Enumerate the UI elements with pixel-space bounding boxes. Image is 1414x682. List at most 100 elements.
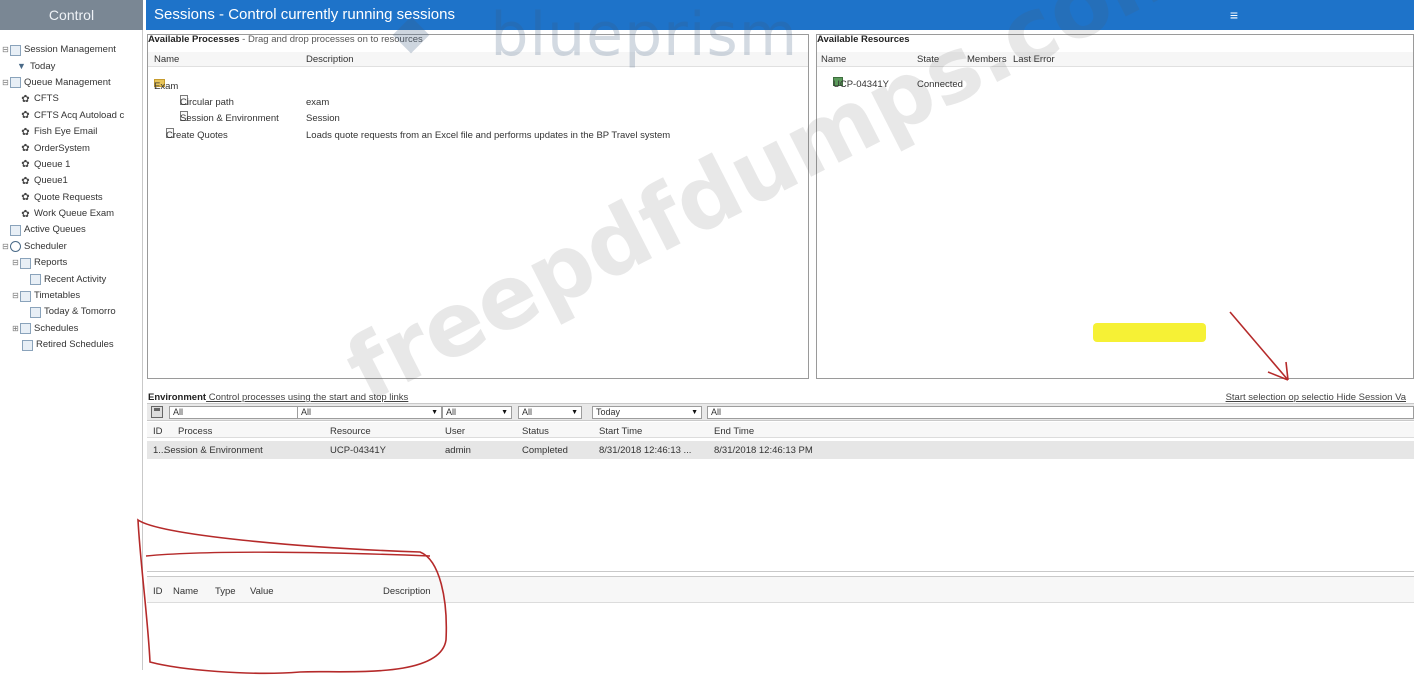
- collapse-icon[interactable]: ⊟: [12, 255, 20, 271]
- reports-icon: [20, 257, 31, 269]
- process-description: Loads quote requests from an Excel file …: [306, 130, 671, 141]
- processes-panel-title: Available Processes - Drag and drop proc…: [148, 34, 423, 45]
- collapse-icon[interactable]: ⊟: [2, 239, 10, 255]
- filter-icon: ▼: [17, 61, 26, 72]
- dropdown-arrow-icon: ▼: [571, 409, 578, 416]
- column-header-value[interactable]: Value: [250, 586, 274, 597]
- column-header-resource[interactable]: Resource: [330, 426, 371, 437]
- column-header-description[interactable]: Description: [306, 52, 354, 67]
- nav-item-scheduler[interactable]: ⊟ Scheduler: [0, 239, 142, 255]
- nav-item-label: Recent Activity: [44, 273, 107, 285]
- environment-links[interactable]: Start selection op selectio Hide Session…: [1226, 392, 1406, 403]
- gear-icon: ✿: [21, 175, 30, 187]
- gear-icon: ✿: [21, 208, 30, 220]
- active-queues-icon: [10, 224, 21, 236]
- dropdown-arrow-icon: ▼: [501, 409, 508, 416]
- collapse-icon[interactable]: ⊟: [12, 288, 20, 304]
- nav-item-label: CFTS: [34, 93, 59, 105]
- gear-icon: ✿: [21, 126, 30, 138]
- expand-icon[interactable]: ⊞: [12, 321, 20, 337]
- column-header-type[interactable]: Type: [215, 586, 236, 597]
- nav-item-queue-cfts[interactable]: ✿ CFTS: [0, 91, 142, 107]
- nav-item-queue-quote-requests[interactable]: ✿ Quote Requests: [0, 190, 142, 206]
- gear-icon: ✿: [21, 143, 30, 155]
- column-header-process[interactable]: Process: [178, 426, 212, 437]
- queue-management-icon: [10, 77, 21, 89]
- process-group-row[interactable]: ▿Exam: [148, 79, 808, 94]
- filter-end-time[interactable]: All: [707, 406, 1414, 419]
- hamburger-icon[interactable]: ≡: [1224, 0, 1244, 30]
- session-variables-header: [147, 577, 1414, 603]
- nav-item-schedules[interactable]: ⊞ Schedules: [0, 321, 142, 337]
- nav-item-queue1[interactable]: ✿ Queue1: [0, 173, 142, 189]
- nav-item-queue-work-queue-exam[interactable]: ✿ Work Queue Exam: [0, 206, 142, 222]
- nav-item-retired-schedules[interactable]: Retired Schedules: [0, 337, 142, 353]
- nav-item-label: Queue Management: [24, 76, 111, 88]
- dropdown-arrow-icon: ▼: [431, 409, 438, 416]
- nav-item-queue-cfts-acq[interactable]: ✿ CFTS Acq Autoload c: [0, 108, 142, 124]
- cell-process: Session & Environment: [164, 445, 263, 456]
- nav-item-active-queues[interactable]: Active Queues: [0, 222, 142, 238]
- nav-item-label: Scheduler: [24, 240, 67, 252]
- column-header-name[interactable]: Name: [154, 52, 179, 67]
- nav-item-label: Work Queue Exam: [34, 208, 115, 220]
- collapse-icon[interactable]: ⊟: [2, 42, 10, 58]
- dropdown-arrow-icon: ▼: [691, 409, 698, 416]
- collapse-icon[interactable]: ⊟: [2, 75, 10, 91]
- process-row[interactable]: Circular path exam: [148, 95, 808, 110]
- nav-item-queue-fish-eye-email[interactable]: ✿ Fish Eye Email: [0, 124, 142, 140]
- nav-item-queue-ordersystem[interactable]: ✿ OrderSystem: [0, 140, 142, 156]
- nav-item-label: Retired Schedules: [36, 339, 114, 351]
- nav-item-label: Schedules: [34, 322, 79, 334]
- calendar-icon: [30, 306, 41, 318]
- nav-item-timetables[interactable]: ⊟ Timetables: [0, 288, 142, 304]
- nav-item-label: Queue1: [34, 175, 68, 187]
- nav-item-session-management[interactable]: ⊟ Session Management: [0, 42, 142, 58]
- nav-item-label: Active Queues: [24, 224, 86, 236]
- nav-item-label: OrderSystem: [34, 142, 90, 154]
- column-header-name[interactable]: Name: [173, 586, 198, 597]
- nav-item-label: Queue 1: [34, 158, 71, 170]
- filter-start-time[interactable]: Today ▼: [592, 406, 702, 419]
- nav-item-label: Quote Requests: [34, 191, 103, 203]
- nav-item-recent-activity[interactable]: Recent Activity: [0, 271, 142, 287]
- schedules-icon: [20, 323, 31, 335]
- timetables-icon: [20, 290, 31, 302]
- column-header-name[interactable]: Name: [821, 52, 846, 67]
- cell-start-time: 8/31/2018 12:46:13 ...: [599, 445, 692, 456]
- nav-item-reports[interactable]: ⊟ Reports: [0, 255, 142, 271]
- cell-end-time: 8/31/2018 12:46:13 PM: [714, 445, 813, 456]
- cell-resource: UCP-04341Y: [330, 445, 386, 456]
- column-header-status[interactable]: Status: [522, 426, 549, 437]
- column-header-end-time[interactable]: End Time: [714, 426, 754, 437]
- column-header-id[interactable]: ID: [153, 426, 163, 437]
- nav-item-label: Session Management: [24, 44, 116, 56]
- session-management-icon: [10, 44, 21, 56]
- column-header-start-time[interactable]: Start Time: [599, 426, 642, 437]
- nav-item-queue-1[interactable]: ✿ Queue 1: [0, 157, 142, 173]
- report-icon: [30, 274, 41, 286]
- nav-item-label: Today: [30, 60, 56, 72]
- nav-item-label: Reports: [34, 257, 68, 269]
- session-variables-table: ID Name Type Value Description: [147, 576, 1414, 670]
- yellow-highlight-mark: [1093, 323, 1206, 342]
- column-header-id[interactable]: ID: [153, 586, 163, 597]
- filter-resource[interactable]: All ▼: [442, 406, 512, 419]
- cell-user: admin: [445, 445, 471, 456]
- clock-icon: [10, 241, 21, 253]
- save-icon[interactable]: [151, 406, 163, 418]
- cell-status: Completed: [522, 445, 568, 456]
- navigation-tree: ⊟ Session Management ▼ Today ⊟ Queue Manage…: [0, 30, 143, 670]
- nav-item-queue-management[interactable]: ⊟ Queue Management: [0, 75, 142, 91]
- column-header-user[interactable]: User: [445, 426, 465, 437]
- nav-item-label: Today & Tomorro: [44, 306, 116, 318]
- nav-item-today-tomorrow[interactable]: Today & Tomorro: [0, 304, 142, 320]
- filter-user[interactable]: All ▼: [518, 406, 582, 419]
- column-header-description[interactable]: Description: [383, 586, 431, 597]
- process-description: exam: [306, 97, 330, 108]
- nav-item-label: Timetables: [34, 290, 81, 302]
- process-row[interactable]: Session & Environment Session: [148, 111, 808, 126]
- gear-icon: ✿: [21, 159, 30, 171]
- nav-item-today[interactable]: ▼ Today: [0, 58, 142, 74]
- gear-icon: ✿: [21, 110, 30, 122]
